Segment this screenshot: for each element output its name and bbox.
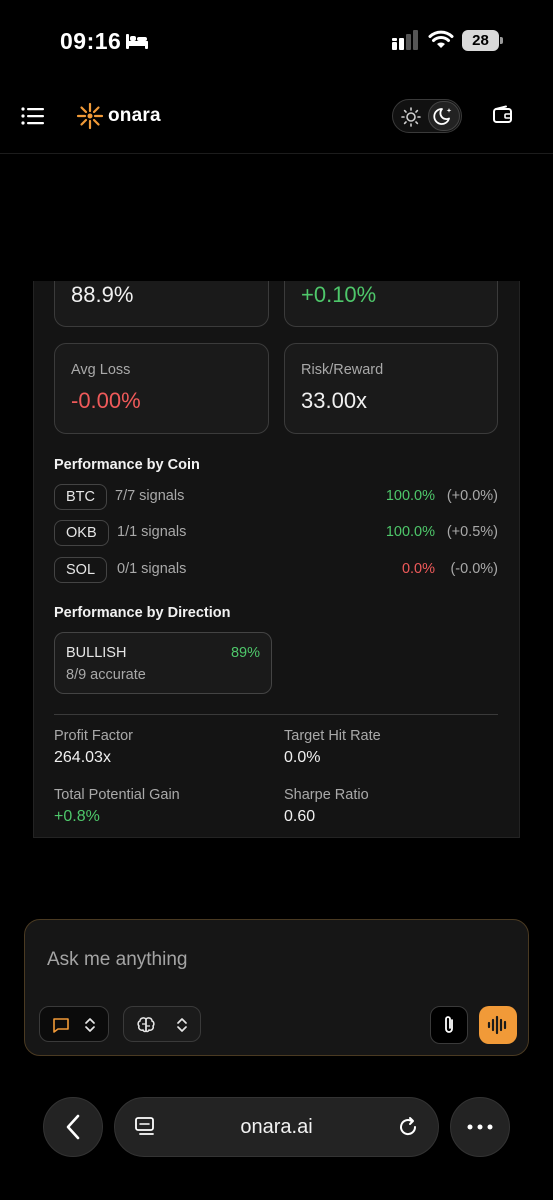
battery-level: 28 xyxy=(462,30,499,51)
coin-row-sol: SOL 0/1 signals 0.0% (-0.0%) xyxy=(54,557,498,583)
chevron-updown-icon xyxy=(85,1018,95,1032)
menu-icon[interactable] xyxy=(21,106,45,126)
avg-loss-card: Avg Loss -0.00% xyxy=(54,343,269,434)
moon-icon xyxy=(433,108,452,125)
status-bar: 09:16 28 xyxy=(0,0,553,80)
sharpe-ratio-value: 0.60 xyxy=(284,808,316,825)
brand-logo[interactable]: onara xyxy=(76,102,161,130)
ellipsis-icon xyxy=(467,1124,493,1130)
coin-signals: 7/7 signals xyxy=(115,488,185,504)
performance-panel: 88.9% +0.10% Avg Loss -0.00% Risk/Reward… xyxy=(33,281,520,838)
coin-badge: OKB xyxy=(54,520,109,546)
chat-bubble-icon xyxy=(53,1018,69,1033)
chat-composer xyxy=(24,919,529,1056)
chevron-left-icon xyxy=(66,1114,80,1140)
coin-badge: BTC xyxy=(54,484,107,510)
direction-accurate-count: 8/9 accurate xyxy=(66,667,146,683)
sun-icon xyxy=(401,107,421,127)
section-divider xyxy=(54,714,498,715)
paperclip-icon xyxy=(445,1016,453,1033)
total-potential-gain-value: +0.8% xyxy=(54,808,100,825)
coin-delta: (-0.0%) xyxy=(450,561,498,577)
win-rate-value: 88.9% xyxy=(71,282,134,307)
coin-signals: 1/1 signals xyxy=(117,524,187,540)
coin-row-okb: OKB 1/1 signals 100.0% (+0.5%) xyxy=(54,520,498,546)
avg-loss-label: Avg Loss xyxy=(71,362,131,378)
avg-gain-value: +0.10% xyxy=(301,282,377,307)
target-hit-rate-label: Target Hit Rate xyxy=(284,728,381,744)
coin-badge: SOL xyxy=(54,557,108,583)
coin-accuracy: 100.0% xyxy=(385,524,435,540)
direction-name: BULLISH xyxy=(66,645,127,661)
audio-waveform-icon xyxy=(487,1015,507,1035)
coin-row-btc: BTC 7/7 signals 100.0% (+0.0%) xyxy=(54,484,498,510)
address-bar[interactable]: onara.ai xyxy=(114,1097,439,1157)
light-mode-button[interactable] xyxy=(399,105,423,129)
direction-card-bullish: BULLISH 89% 8/9 accurate xyxy=(54,632,272,694)
cellular-signal-icon xyxy=(392,30,418,50)
app-header: onara xyxy=(0,80,553,154)
coin-accuracy: 0.0% xyxy=(401,561,435,577)
direction-accuracy: 89% xyxy=(230,645,260,661)
coin-signals: 0/1 signals xyxy=(117,561,187,577)
chevron-updown-icon xyxy=(177,1018,187,1032)
dark-mode-button[interactable] xyxy=(428,101,460,131)
risk-reward-card: Risk/Reward 33.00x xyxy=(284,343,498,434)
coin-delta: (+0.5%) xyxy=(446,524,498,540)
direction-performance-title: Performance by Direction xyxy=(54,605,231,621)
wifi-icon xyxy=(428,30,454,48)
brain-icon xyxy=(137,1017,155,1033)
page-url: onara.ai xyxy=(240,1116,313,1138)
risk-reward-value: 33.00x xyxy=(301,388,368,413)
reload-icon[interactable] xyxy=(397,1116,419,1138)
back-button[interactable] xyxy=(43,1097,103,1157)
coin-delta: (+0.0%) xyxy=(446,488,498,504)
sleep-focus-icon xyxy=(126,34,148,49)
avg-gain-card: +0.10% xyxy=(284,281,498,327)
wallet-icon[interactable] xyxy=(492,105,514,125)
risk-reward-label: Risk/Reward xyxy=(301,362,384,378)
avg-loss-value: -0.00% xyxy=(71,388,141,413)
profit-factor-label: Profit Factor xyxy=(54,728,133,744)
sunburst-logo-icon xyxy=(76,102,104,130)
chat-mode-select[interactable] xyxy=(39,1006,109,1042)
win-rate-card: 88.9% xyxy=(54,281,269,327)
attach-button[interactable] xyxy=(430,1006,468,1044)
target-hit-rate-value: 0.0% xyxy=(284,749,321,766)
brand-name: onara xyxy=(108,105,161,126)
model-select[interactable] xyxy=(123,1006,201,1042)
chat-input[interactable] xyxy=(47,946,487,974)
status-time: 09:16 xyxy=(60,28,122,54)
voice-input-button[interactable] xyxy=(479,1006,517,1044)
more-button[interactable] xyxy=(450,1097,510,1157)
total-potential-gain-label: Total Potential Gain xyxy=(54,787,180,803)
coin-performance-title: Performance by Coin xyxy=(54,457,200,473)
battery-indicator: 28 xyxy=(462,30,503,51)
theme-toggle[interactable] xyxy=(392,99,462,133)
coin-accuracy: 100.0% xyxy=(385,488,435,504)
profit-factor-value: 264.03x xyxy=(54,749,111,766)
sharpe-ratio-label: Sharpe Ratio xyxy=(284,787,369,803)
